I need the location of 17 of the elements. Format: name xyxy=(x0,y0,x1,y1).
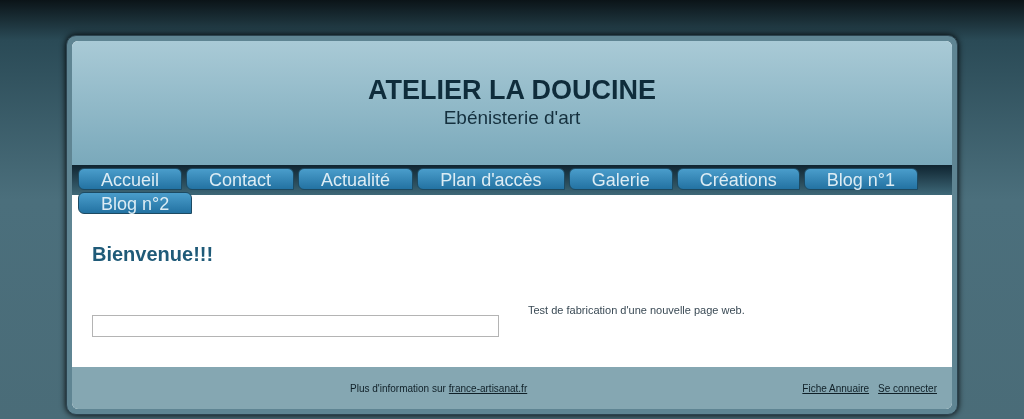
page-heading: Bienvenue!!! xyxy=(92,242,215,266)
footer-link[interactable]: france-artisanat.fr xyxy=(448,380,528,396)
footer-link[interactable]: Fiche Annuaire xyxy=(802,380,870,396)
nav-tab[interactable]: Blog n°2 xyxy=(78,192,193,214)
nav-tab[interactable]: Galerie xyxy=(568,168,673,190)
nav-tab[interactable]: Actualité xyxy=(298,168,414,190)
body-text: Test de fabrication d'une nouvelle page web. xyxy=(528,303,745,318)
input-field[interactable] xyxy=(92,315,499,337)
site-subtitle: Ebénisterie d'art xyxy=(443,106,581,130)
site-title: ATELIER LA DOUCINE xyxy=(368,74,656,106)
nav-tab[interactable]: Créations xyxy=(676,168,800,190)
footer-text: Plus d'information sur xyxy=(350,381,446,396)
nav-tab[interactable]: Contact xyxy=(186,168,295,190)
footer-link[interactable]: Se connecter xyxy=(878,380,937,396)
nav-tab[interactable]: Plan d'accès xyxy=(417,168,565,190)
nav-tab[interactable]: Accueil xyxy=(78,168,183,190)
nav-tab[interactable]: Blog n°1 xyxy=(803,168,918,190)
